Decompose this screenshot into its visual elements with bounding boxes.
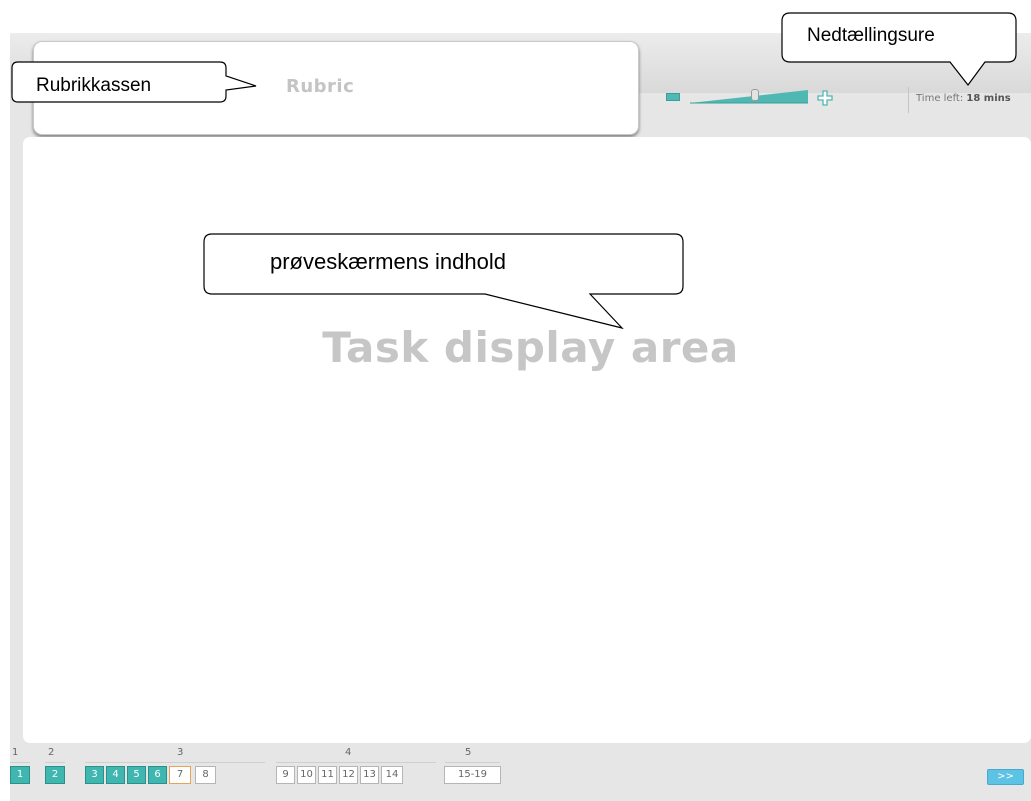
countdown-callout-shape <box>781 12 1017 86</box>
rubric-callout-text: Rubrikkassen <box>36 75 152 96</box>
annotation-callouts <box>11 12 1017 330</box>
countdown-callout-text: Nedtællingsure <box>807 25 935 46</box>
content-callout-text: prøveskærmens indhold <box>270 249 506 274</box>
